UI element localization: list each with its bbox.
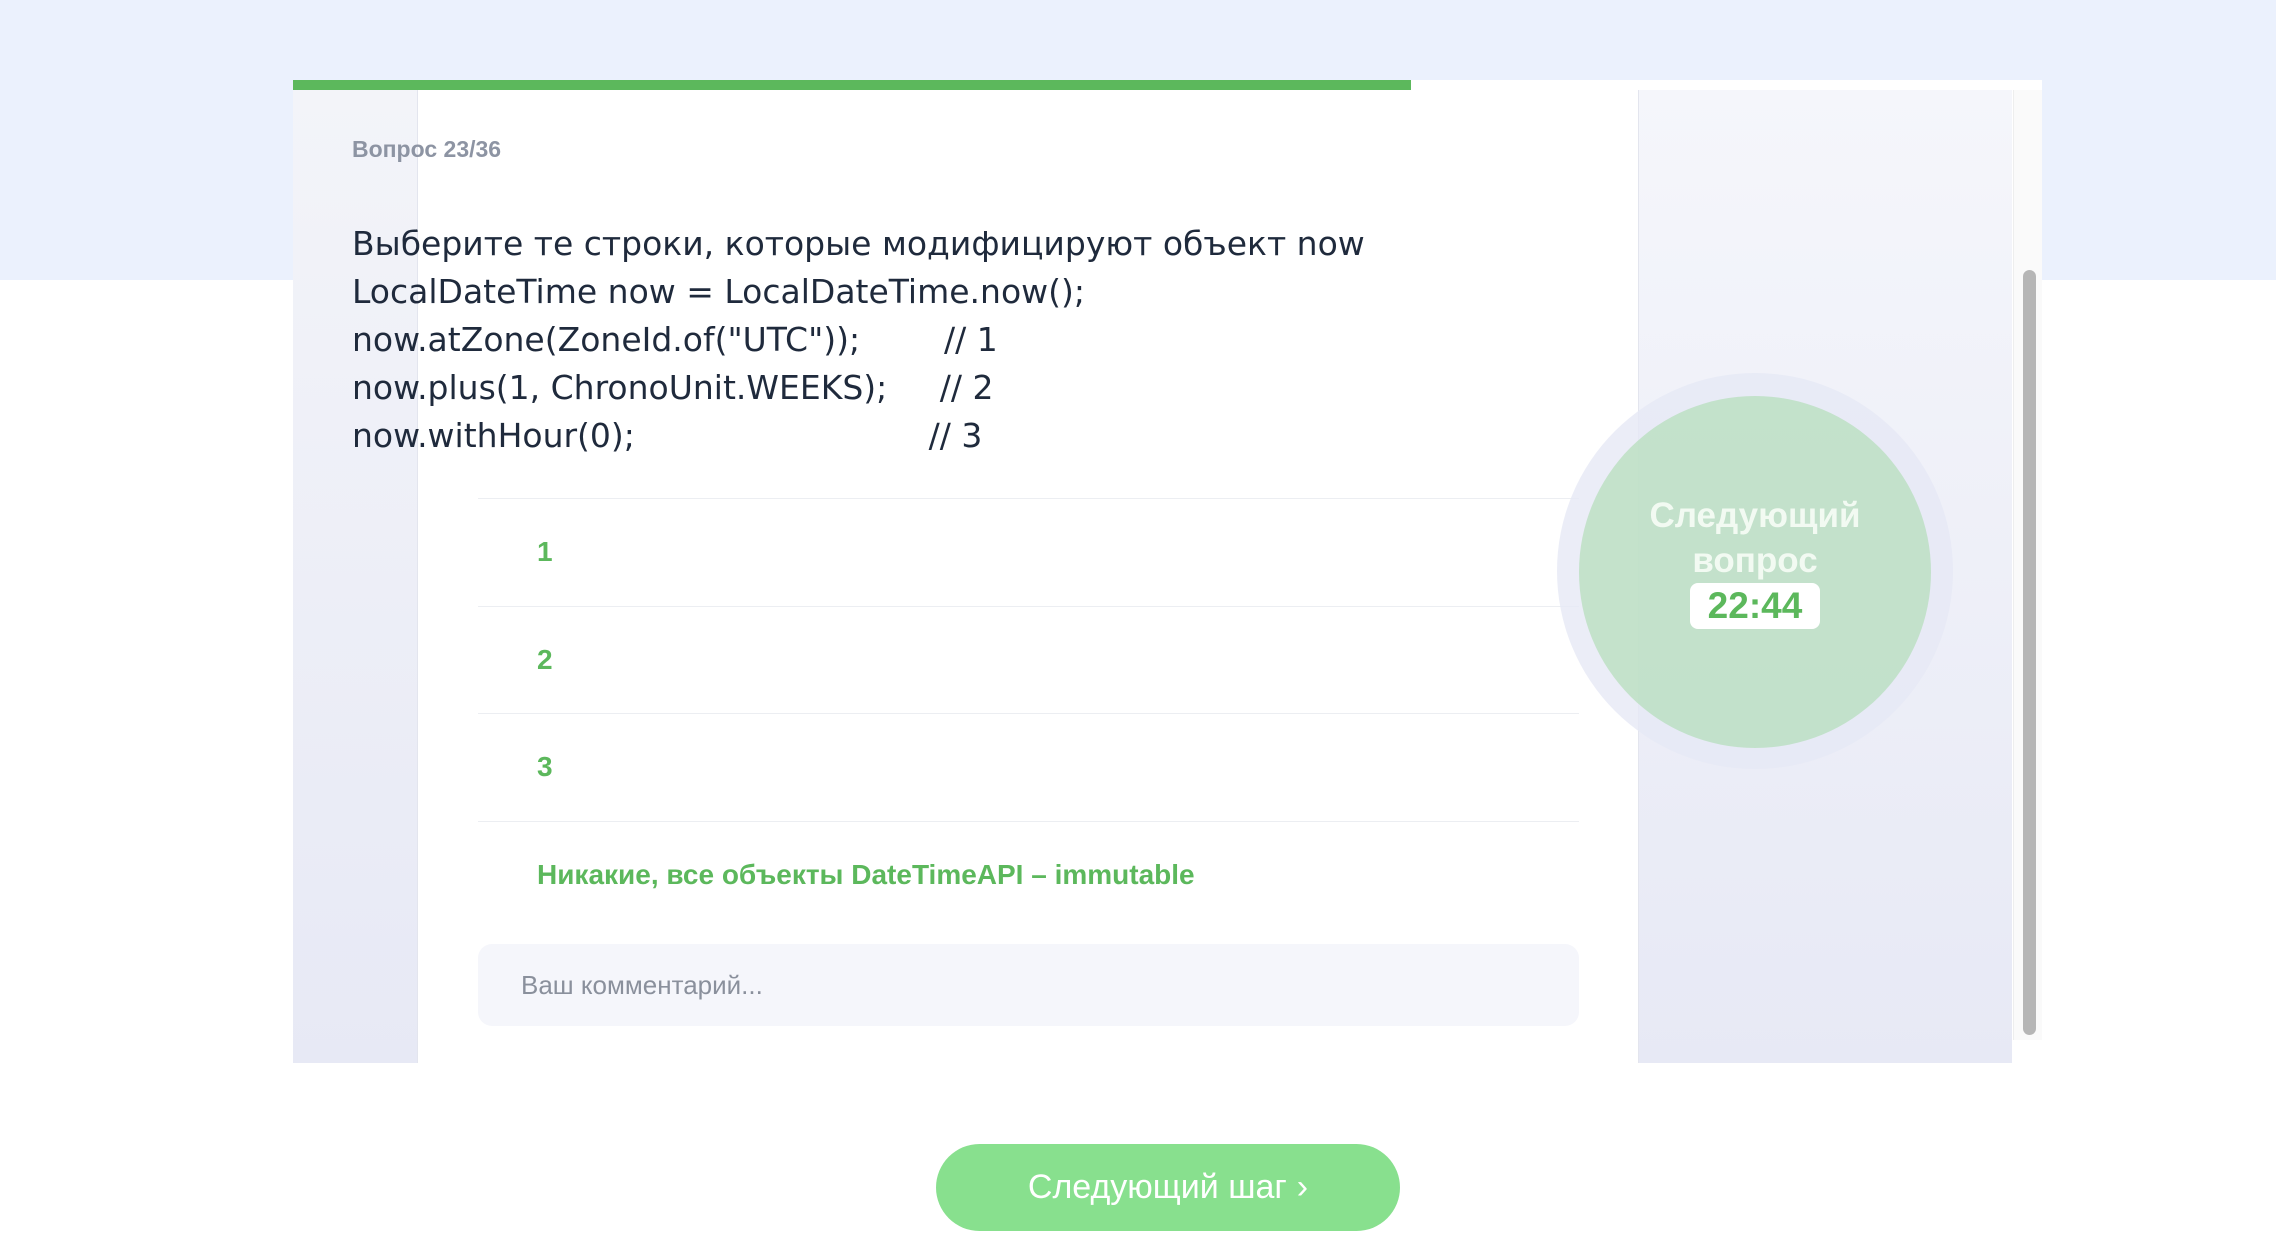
question-line: LocalDateTime now = LocalDateTime.now(); — [352, 272, 1085, 311]
timer-label: Следующий вопрос — [1649, 496, 1861, 580]
answer-option-none[interactable]: Никакие, все объекты DateTimeAPI – immut… — [478, 820, 1579, 928]
comment-input[interactable] — [478, 944, 1579, 1026]
answer-label: 3 — [537, 751, 553, 783]
question-line: Выберите те строки, которые модифицируют… — [352, 224, 1365, 263]
answer-label: 1 — [537, 536, 553, 568]
next-step-label: Следующий шаг — [1027, 1168, 1287, 1206]
question-line: now.atZone(ZoneId.of("UTC")); // 1 — [352, 320, 998, 359]
next-question-timer-button[interactable]: Следующий вопрос 22:44 — [1579, 396, 1931, 748]
question-line: now.plus(1, ChronoUnit.WEEKS); // 2 — [352, 368, 994, 407]
answer-label: 2 — [537, 643, 553, 675]
next-step-button[interactable]: Следующий шаг › — [936, 1144, 1400, 1231]
question-counter: Вопрос 23/36 — [352, 136, 502, 162]
scrollbar[interactable] — [2013, 90, 2042, 1040]
progress-bar — [293, 80, 2042, 90]
answer-label: Никакие, все объекты DateTimeAPI – immut… — [537, 858, 1195, 890]
timer-countdown: 22:44 — [1689, 583, 1821, 629]
answer-option-2[interactable]: 2 — [478, 605, 1579, 714]
question-text: Выберите те строки, которые модифицируют… — [352, 220, 1552, 460]
chevron-right-icon: › — [1296, 1168, 1309, 1206]
answer-option-1[interactable]: 1 — [478, 498, 1579, 606]
answer-option-3[interactable]: 3 — [478, 713, 1579, 821]
scrollbar-thumb[interactable] — [2023, 270, 2036, 1035]
answer-list: 1 2 3 Никакие, все объекты DateTimeAPI –… — [478, 498, 1579, 928]
progress-fill — [293, 80, 1411, 90]
question-line: now.withHour(0); // 3 — [352, 416, 983, 455]
